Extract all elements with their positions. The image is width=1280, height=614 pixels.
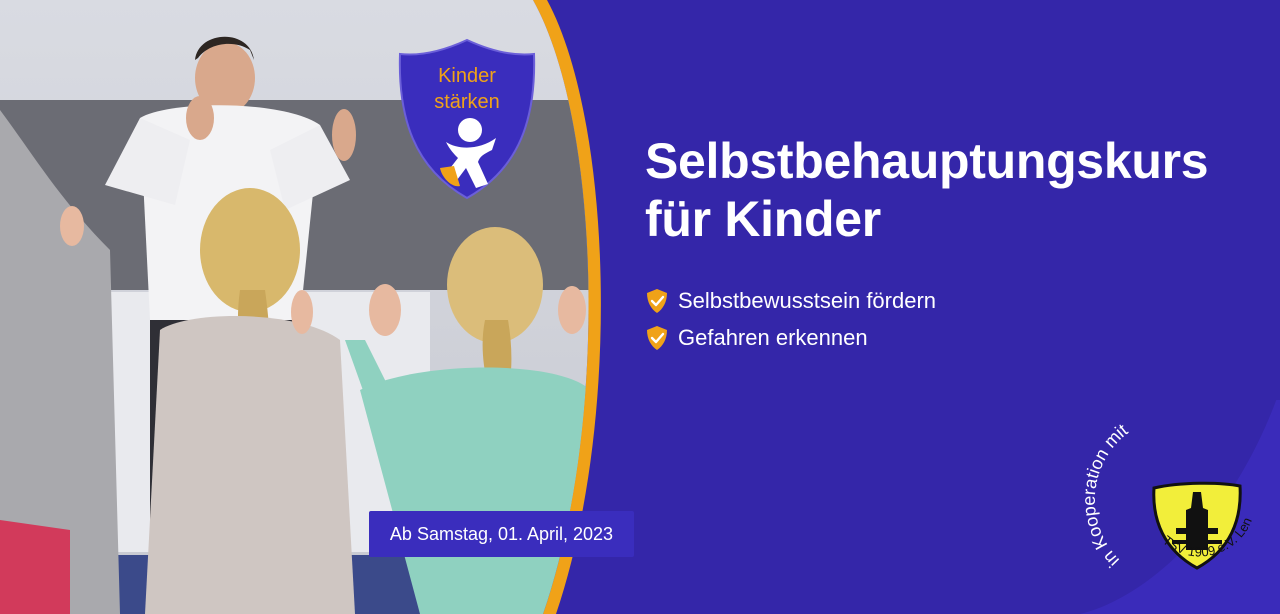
logo-text-line2: stärken: [434, 91, 500, 113]
list-item: Selbstbewusstsein fördern: [645, 282, 936, 319]
headline-line2: für Kinder: [645, 191, 881, 247]
promo-banner: Kinder stärken Selbstbehauptungskurs für…: [0, 0, 1280, 614]
list-item-label: Selbstbewusstsein fördern: [678, 287, 937, 313]
date-badge: Ab Samstag, 01. April, 2023: [369, 511, 634, 557]
cooperation-seal: in Kooperation mit TSV 1909 e.V. Lengfel…: [1080, 400, 1280, 614]
kinder-staerken-logo: Kinder stärken: [398, 38, 536, 200]
cooperation-arc-text: in Kooperation mit: [1080, 420, 1131, 571]
logo-text-line1: Kinder: [438, 65, 496, 87]
list-item: Gefahren erkennen: [645, 319, 936, 356]
shield-check-icon: [647, 288, 667, 313]
headline: Selbstbehauptungskurs für Kinder: [645, 132, 1265, 248]
list-item-label: Gefahren erkennen: [678, 324, 868, 350]
date-badge-text: Ab Samstag, 01. April, 2023: [389, 524, 614, 544]
shield-check-icon: [647, 325, 667, 350]
headline-line1: Selbstbehauptungskurs: [645, 133, 1209, 189]
feature-list: Selbstbewusstsein fördern Gefahren erken…: [645, 282, 936, 356]
